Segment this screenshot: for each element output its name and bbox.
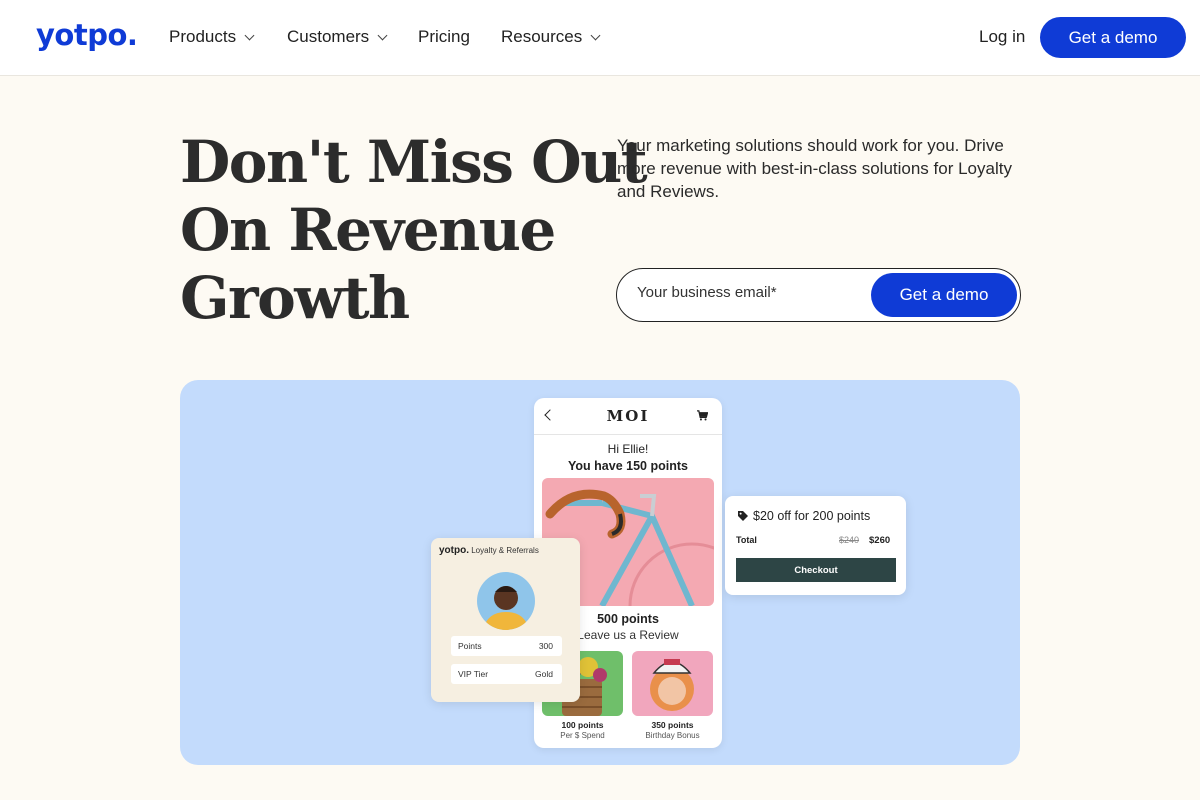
loyalty-card-header: yotpo. Loyalty & Referrals [439,545,539,556]
loyalty-card: yotpo. Loyalty & Referrals Points 300 VI… [431,538,580,702]
nav-pricing-label: Pricing [418,27,470,46]
tag-icon [738,511,748,521]
nav-pricing[interactable]: Pricing [418,27,470,47]
hero-get-demo-button[interactable]: Get a demo [871,273,1017,317]
nav-products-label: Products [169,27,237,46]
nav-customers[interactable]: Customers [287,27,388,47]
yotpo-logo[interactable]: yotpo. [36,18,138,52]
headline-line-1: Don't Miss Out [180,128,648,196]
nav-resources[interactable]: Resources [501,27,601,47]
tile-birthday-points: 350 points [651,720,694,730]
points-offer: $20 off for 200 points [753,509,871,523]
chevron-down-icon [590,30,601,40]
avatar [477,572,535,630]
greeting-text: Hi Ellie! [607,442,649,456]
loyalty-tier-value: Gold [535,669,553,679]
checkout-button[interactable]: Checkout [736,558,896,582]
nav-resources-label: Resources [501,27,583,46]
nav-customers-label: Customers [287,27,370,46]
tile-spend-points: 100 points [561,720,604,730]
hero-headline: Don't Miss Out On Revenue Growth [180,128,648,332]
birthday-person-image [632,651,713,716]
chevron-down-icon [244,30,255,40]
old-price: $240 [839,535,860,545]
tile-birthday-label: Birthday Bonus [645,731,700,740]
phone-header: MOI [534,398,722,435]
headline-line-3: Growth [180,264,410,332]
loyalty-points-key: Points [458,641,482,651]
loyalty-tier-key: VIP Tier [458,669,489,679]
cart-icon [697,410,708,421]
top-nav: yotpo. Products Customers Pricing Resour… [0,0,1200,76]
loyalty-card-product: Loyalty & Referrals [471,546,539,555]
new-price: $260 [869,535,891,546]
hero-subtext: Your marketing solutions should work for… [617,136,1012,201]
email-signup-form: Get a demo [616,268,1021,322]
headline-line-2: On Revenue [180,196,556,264]
nav-get-demo-button[interactable]: Get a demo [1040,17,1186,58]
chevron-down-icon [377,30,388,40]
store-brand: MOI [606,407,650,425]
tile-spend-label: Per $ Spend [560,731,605,740]
loyalty-card-brand: yotpo. [439,545,469,556]
loyalty-tier-row: VIP Tier Gold [451,664,562,684]
product-visual-panel: MOI Hi Ellie! You have 150 points 500 po… [180,380,1020,765]
total-label: Total [736,535,757,545]
business-email-input[interactable] [637,284,867,301]
points-balance: You have 150 points [568,459,688,473]
login-link[interactable]: Log in [979,27,1025,47]
loyalty-points-value: 300 [538,641,553,651]
checkout-card: $20 off for 200 points Total $240 $260 C… [725,496,906,595]
loyalty-points-row: Points 300 [451,636,562,656]
nav-products[interactable]: Products [169,27,255,47]
